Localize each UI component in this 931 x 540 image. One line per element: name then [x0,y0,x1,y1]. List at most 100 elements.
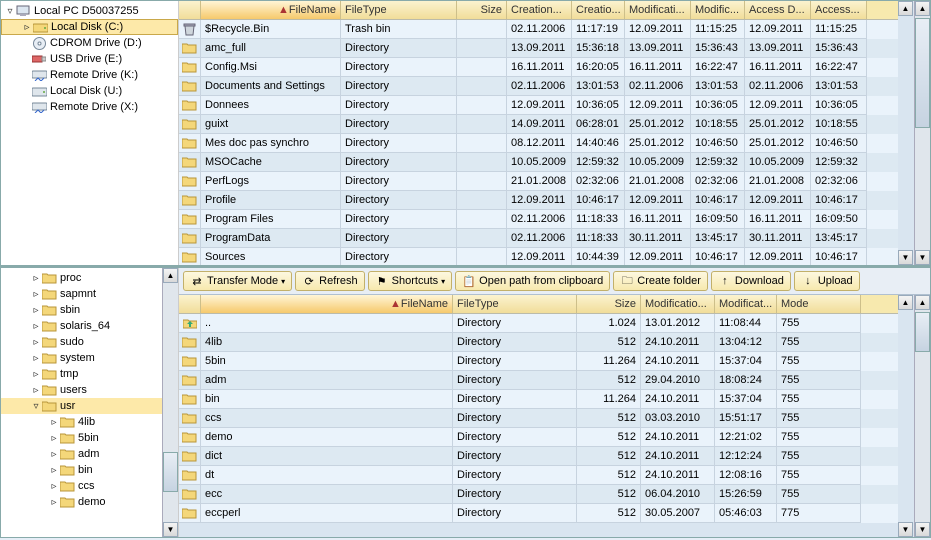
tree-item[interactable]: Local Disk (U:) [1,83,178,99]
scroll-up-button[interactable]: ▲ [915,295,930,310]
upload-button[interactable]: ↓Upload [794,271,860,291]
tree-item[interactable]: ▹solaris_64 [1,318,178,334]
tree-item[interactable]: ▹tmp [1,366,178,382]
column-header[interactable]: Access D... [745,1,811,19]
column-header[interactable]: Size [457,1,507,19]
scroll-up-button[interactable]: ▲ [163,268,178,283]
expand-icon[interactable]: ▹ [49,433,59,444]
column-header[interactable]: Creation... [507,1,572,19]
tree-item[interactable]: ▹sbin [1,302,178,318]
column-header[interactable]: ▲FileName [201,295,453,313]
table-row[interactable]: ..Directory1.02413.01.201211:08:44755 [179,314,898,333]
column-header[interactable]: Size [577,295,641,313]
tree-item[interactable]: ▹bin [1,462,178,478]
table-row[interactable]: ProfileDirectory12.09.201110:46:1712.09.… [179,191,898,210]
tree-item[interactable]: ▹proc [1,270,178,286]
expand-icon[interactable]: ▿ [31,401,41,412]
expand-icon[interactable]: ▹ [49,417,59,428]
scroll-thumb[interactable] [163,452,178,492]
remote-tree[interactable]: ▹proc▹sapmnt▹sbin▹solaris_64▹sudo▹system… [1,268,179,537]
tree-item[interactable]: CDROM Drive (D:) [1,35,178,51]
tree-item[interactable]: Remote Drive (X:) [1,99,178,115]
table-row[interactable]: PerfLogsDirectory21.01.200802:32:0621.01… [179,172,898,191]
table-row[interactable]: SourcesDirectory12.09.201110:44:3912.09.… [179,248,898,265]
expand-icon[interactable]: ▹ [49,465,59,476]
bottom-table-header[interactable]: ▲FileNameFileTypeSizeModificatio...Modif… [179,295,898,314]
scroll-down-button[interactable]: ▼ [898,522,913,537]
open-path-button[interactable]: 📋Open path from clipboard [455,271,610,291]
expand-icon[interactable]: ▹ [31,273,41,284]
table-row[interactable]: amc_fullDirectory13.09.201115:36:1813.09… [179,39,898,58]
column-header[interactable] [179,1,201,19]
tree-item[interactable]: ▹demo [1,494,178,510]
scroll-down-button[interactable]: ▼ [915,250,930,265]
column-header[interactable]: Modificatio... [641,295,715,313]
tree-item[interactable]: ▹adm [1,446,178,462]
refresh-button[interactable]: ⟳Refresh [295,271,365,291]
expand-icon[interactable]: ▹ [49,449,59,460]
tree-scrollbar[interactable]: ▲ ▼ [162,268,178,537]
table-row[interactable]: $Recycle.BinTrash bin02.11.200611:17:191… [179,20,898,39]
table-row[interactable]: Mes doc pas synchroDirectory08.12.201114… [179,134,898,153]
table-row[interactable]: Config.MsiDirectory16.11.201116:20:0516.… [179,58,898,77]
column-header[interactable]: Modificati... [625,1,691,19]
expand-icon[interactable]: ▹ [31,305,41,316]
create-folder-button[interactable]: 🗀Create folder [613,271,708,291]
table-row[interactable]: binDirectory11.26424.10.201115:37:04755 [179,390,898,409]
table-row[interactable]: eccDirectory51206.04.201015:26:59755 [179,485,898,504]
table-row[interactable]: demoDirectory51224.10.201112:21:02755 [179,428,898,447]
expand-icon[interactable]: ▹ [22,22,32,33]
column-header[interactable]: Modific... [691,1,745,19]
scroll-up-button[interactable]: ▲ [898,295,913,310]
expand-icon[interactable]: ▹ [31,321,41,332]
column-header[interactable]: ▲FileName [201,1,341,19]
table-row[interactable]: ProgramDataDirectory02.11.200611:18:3330… [179,229,898,248]
top-scrollbar[interactable]: ▲ ▼ [914,1,930,265]
column-header[interactable]: FileType [341,1,457,19]
top-table-header[interactable]: ▲FileNameFileTypeSizeCreation...Creatio.… [179,1,898,20]
table-row[interactable]: ccsDirectory51203.03.201015:51:17755 [179,409,898,428]
table-row[interactable]: Program FilesDirectory02.11.200611:18:33… [179,210,898,229]
column-header[interactable]: FileType [453,295,577,313]
expand-icon[interactable]: ▹ [31,337,41,348]
expand-icon[interactable]: ▹ [31,289,41,300]
table-row[interactable]: guixtDirectory14.09.201106:28:0125.01.20… [179,115,898,134]
table-row[interactable]: eccperlDirectory51230.05.200705:46:03775 [179,504,898,523]
shortcuts-button[interactable]: ⚑Shortcuts▾ [368,271,452,291]
tree-item[interactable]: ▿usr [1,398,178,414]
table-row[interactable]: dictDirectory51224.10.201112:12:24755 [179,447,898,466]
bottom-scrollbar[interactable]: ▲ ▼ [914,295,930,537]
expand-icon[interactable]: ▹ [31,369,41,380]
tree-item[interactable]: ▹sudo [1,334,178,350]
top-table-body[interactable]: $Recycle.BinTrash bin02.11.200611:17:191… [179,20,898,265]
scroll-down-button[interactable]: ▼ [898,250,913,265]
column-header[interactable] [179,295,201,313]
column-header[interactable]: Access... [811,1,867,19]
table-row[interactable]: dtDirectory51224.10.201112:08:16755 [179,466,898,485]
tree-item[interactable]: ▹sapmnt [1,286,178,302]
tree-item[interactable]: ▹4lib [1,414,178,430]
expand-icon[interactable]: ▹ [31,385,41,396]
table-row[interactable]: MSOCacheDirectory10.05.200912:59:3210.05… [179,153,898,172]
expand-icon[interactable]: ▹ [49,497,59,508]
tree-item[interactable]: USB Drive (E:) [1,51,178,67]
tree-root[interactable]: ▿ Local PC D50037255 [1,3,178,19]
table-row[interactable]: Documents and SettingsDirectory02.11.200… [179,77,898,96]
table-row[interactable]: 4libDirectory51224.10.201113:04:12755 [179,333,898,352]
table-row[interactable]: DonneesDirectory12.09.201110:36:0512.09.… [179,96,898,115]
scroll-down-button[interactable]: ▼ [163,522,178,537]
tree-item[interactable]: ▹ccs [1,478,178,494]
table-row[interactable]: 5binDirectory11.26424.10.201115:37:04755 [179,352,898,371]
scroll-down-button[interactable]: ▼ [915,522,930,537]
transfer-mode-button[interactable]: ⇄Transfer Mode▾ [183,271,292,291]
column-header[interactable]: Mode [777,295,861,313]
column-header[interactable]: Modificat... [715,295,777,313]
tree-item[interactable]: ▹system [1,350,178,366]
scroll-thumb[interactable] [915,312,930,352]
expand-icon[interactable]: ▹ [31,353,41,364]
local-tree[interactable]: ▿ Local PC D50037255 ▹Local Disk (C:)CDR… [1,1,179,265]
tree-item[interactable]: ▹users [1,382,178,398]
tree-item[interactable]: Remote Drive (K:) [1,67,178,83]
tree-item[interactable]: ▹Local Disk (C:) [1,19,178,35]
expand-icon[interactable]: ▹ [49,481,59,492]
